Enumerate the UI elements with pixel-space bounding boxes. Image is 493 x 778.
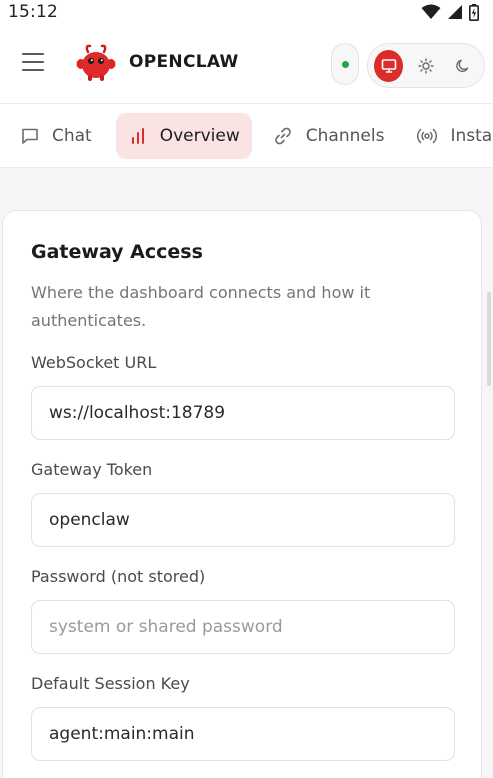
tab-label: Channels <box>305 125 385 146</box>
tab-bar: Chat Overview Channels Insta <box>0 104 493 168</box>
connection-status-dot <box>341 60 349 68</box>
tab-chat[interactable]: Chat <box>18 113 104 159</box>
status-icons <box>421 3 479 21</box>
theme-toggle <box>367 43 485 88</box>
theme-light-button[interactable] <box>411 50 440 82</box>
card-title: Gateway Access <box>31 241 203 263</box>
gateway-access-card: Gateway Access Where the dashboard conne… <box>2 210 482 778</box>
sun-icon <box>418 57 434 74</box>
brand-name: OPENCLAW <box>129 52 239 72</box>
tab-label: Insta <box>450 125 493 146</box>
tab-overview[interactable]: Overview <box>115 112 252 159</box>
gateway-token-input[interactable] <box>31 493 455 547</box>
system-status-bar: 15:12 <box>0 0 493 24</box>
tab-instances[interactable]: Insta <box>414 113 493 159</box>
default-session-key-input[interactable] <box>31 707 455 761</box>
menu-icon[interactable] <box>22 53 44 71</box>
openclaw-logo <box>76 44 116 81</box>
card-description: Where the dashboard connects and how it … <box>31 283 371 330</box>
app-header: OPENCLAW <box>0 24 493 104</box>
signal-icon <box>448 5 462 19</box>
websocket-url-input[interactable] <box>31 386 455 440</box>
gateway-token-label: Gateway Token <box>31 460 153 479</box>
password-label: Password (not stored) <box>31 567 206 586</box>
page-scrollbar[interactable] <box>487 292 491 386</box>
moon-icon <box>456 59 469 72</box>
wifi-icon <box>421 4 441 19</box>
connection-status-indicator <box>331 43 359 85</box>
status-time: 15:12 <box>8 2 58 22</box>
default-session-key-label: Default Session Key <box>31 674 190 693</box>
monitor-icon <box>381 58 396 73</box>
tab-label: Overview <box>159 125 240 146</box>
password-input[interactable] <box>31 600 455 654</box>
link-icon <box>274 127 291 144</box>
chat-bubble-icon <box>22 128 38 144</box>
broadcast-icon <box>417 128 438 143</box>
websocket-url-label: WebSocket URL <box>31 353 157 372</box>
battery-icon <box>469 3 479 21</box>
bar-chart-icon <box>131 127 144 144</box>
tab-channels[interactable]: Channels <box>270 113 397 159</box>
theme-system-button[interactable] <box>374 49 404 82</box>
theme-dark-button[interactable] <box>449 50 478 82</box>
tab-label: Chat <box>52 125 92 146</box>
